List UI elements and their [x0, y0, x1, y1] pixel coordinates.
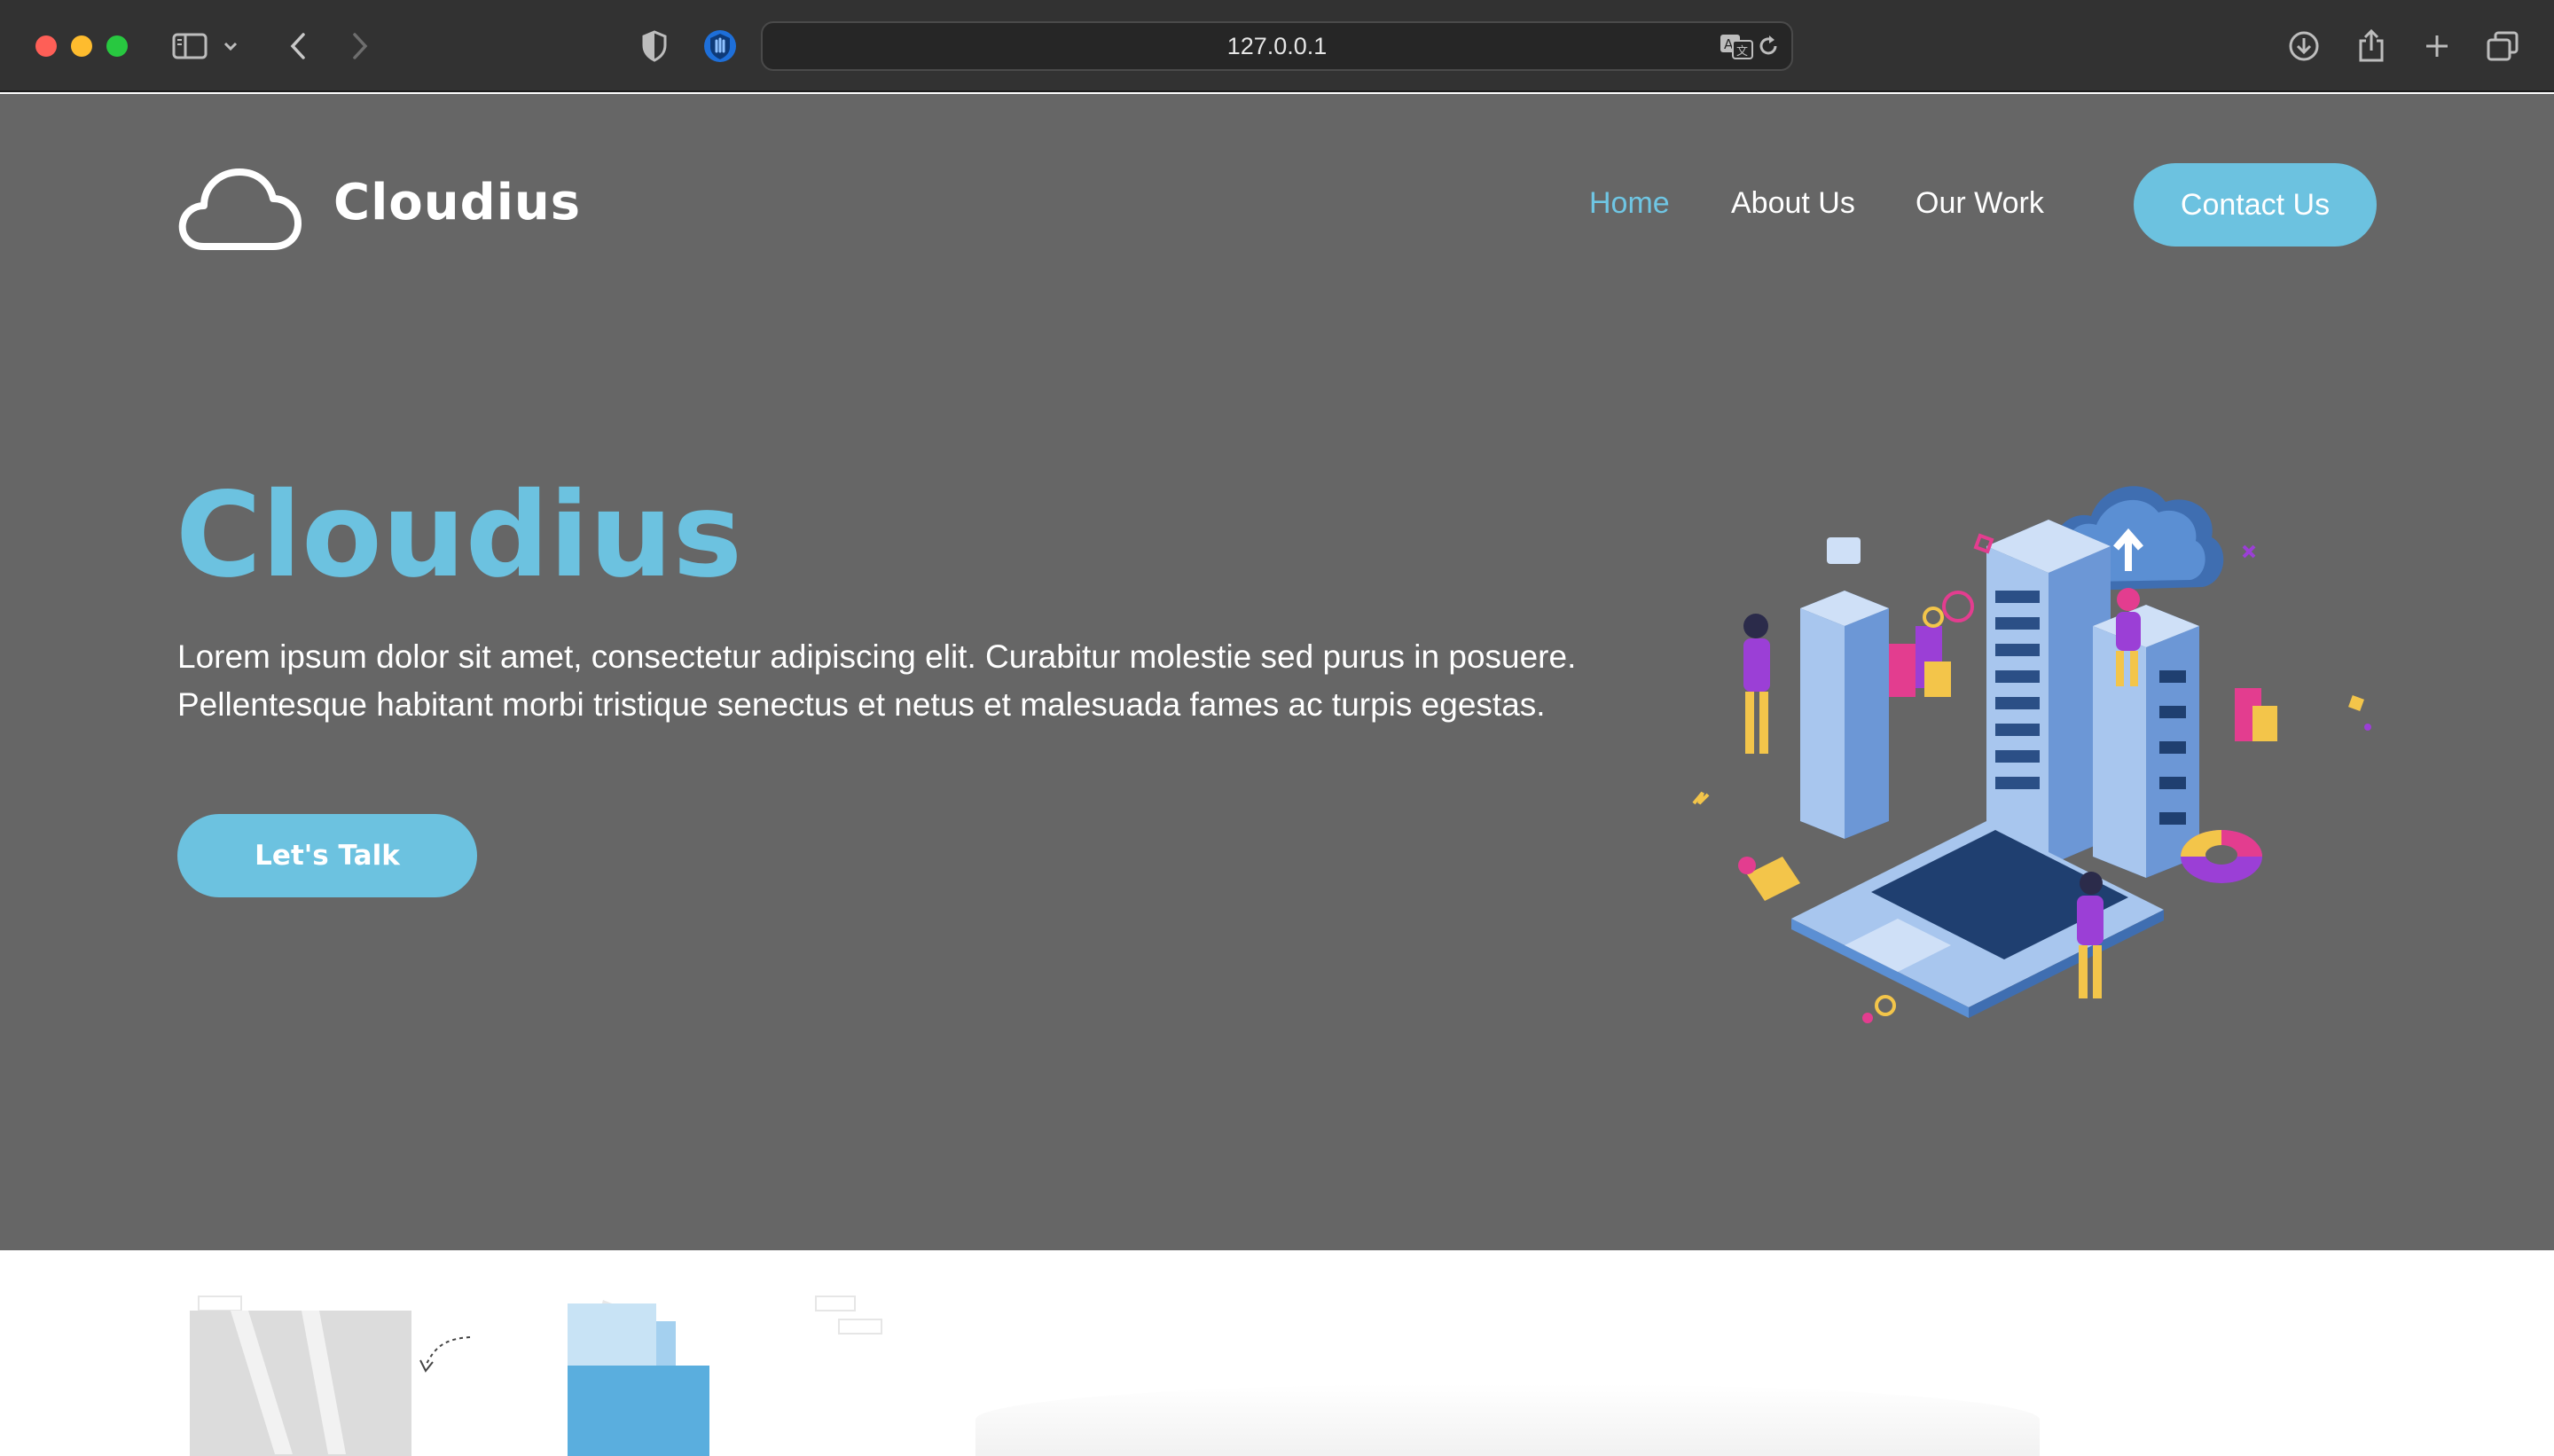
logo-text[interactable]: Cloudius [333, 174, 581, 231]
person-left [1743, 614, 1770, 754]
reload-icon[interactable] [1749, 27, 1788, 66]
share-icon[interactable] [2352, 27, 2391, 66]
nav-home-link[interactable]: Home [1589, 186, 1670, 221]
nav-work-link[interactable]: Our Work [1916, 186, 2044, 221]
hero-section: Cloudius Home About Us Our Work Contact … [0, 94, 2554, 1250]
shield-icon[interactable] [635, 27, 674, 66]
donut-chart [2181, 830, 2262, 883]
lets-talk-button[interactable]: Let's Talk [177, 814, 477, 897]
small-server [1800, 591, 1889, 839]
server-rack [1986, 520, 2111, 865]
cloud-server-illustration [1692, 486, 2371, 1023]
section-shadow [975, 1383, 2040, 1456]
download-icon[interactable] [2284, 27, 2323, 66]
zoom-window-button[interactable] [106, 35, 128, 57]
hero-title: Cloudius [176, 467, 743, 604]
hero-description: Lorem ipsum dolor sit amet, consectetur … [177, 638, 1577, 723]
back-icon[interactable] [278, 27, 317, 66]
next-section [0, 1250, 2554, 1456]
nav-about-link[interactable]: About Us [1731, 186, 1855, 221]
tab-overview-icon[interactable] [2483, 27, 2522, 66]
new-tab-icon[interactable] [2417, 27, 2456, 66]
browser-toolbar: 127.0.0.1 A文 [0, 0, 2554, 92]
sidebar-icon[interactable] [170, 27, 209, 66]
svg-text:文: 文 [1736, 45, 1748, 59]
extension-icon[interactable] [701, 27, 740, 66]
contact-us-button[interactable]: Contact Us [2134, 163, 2377, 247]
address-bar[interactable]: 127.0.0.1 A文 [761, 21, 1793, 71]
minimize-window-button[interactable] [71, 35, 92, 57]
server-rack-2 [2093, 605, 2199, 878]
url-text: 127.0.0.1 [1226, 33, 1328, 59]
close-window-button[interactable] [35, 35, 57, 57]
files-illustration [190, 1296, 882, 1456]
cloud-icon [178, 168, 302, 250]
chevron-down-icon[interactable] [220, 27, 241, 66]
forward-icon[interactable] [341, 27, 380, 66]
